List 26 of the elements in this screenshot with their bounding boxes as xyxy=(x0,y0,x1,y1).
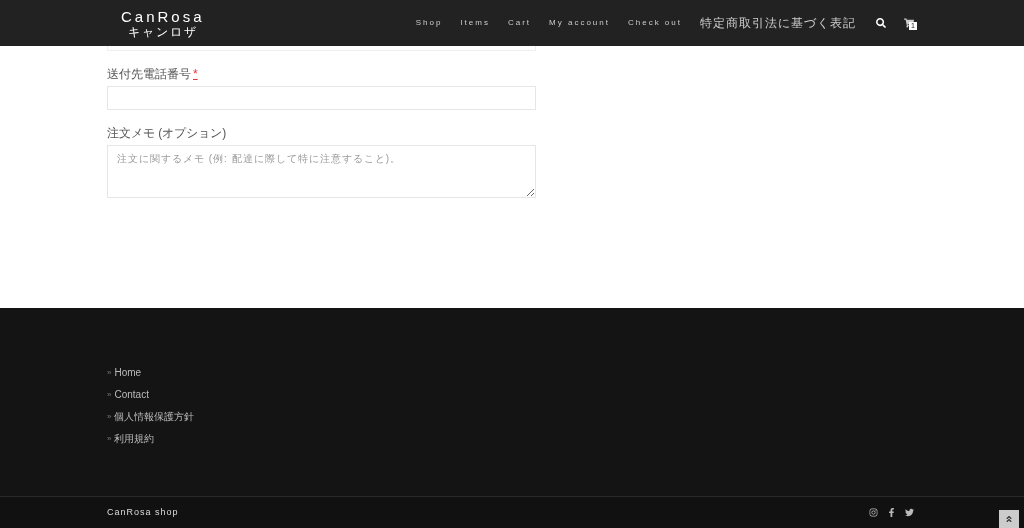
footer-link[interactable]: Home xyxy=(114,365,142,380)
instagram-icon[interactable] xyxy=(869,508,878,517)
nav-link[interactable]: Cart xyxy=(507,17,532,29)
bullet-mark: » xyxy=(107,388,112,401)
twitter-icon[interactable] xyxy=(905,508,914,517)
back-to-top-button[interactable] xyxy=(999,510,1019,528)
nav-link[interactable]: Items xyxy=(460,17,490,29)
nav-link[interactable]: Check out xyxy=(627,17,682,29)
bullet-mark: » xyxy=(107,366,112,379)
facebook-icon[interactable] xyxy=(887,508,896,517)
double-chevron-icon xyxy=(1005,515,1013,523)
nav-link[interactable]: 特定商取引法に基づく表記 xyxy=(700,14,856,32)
footer-link[interactable]: 利用規約 xyxy=(114,431,155,446)
field-label: 注文メモ (オプション) xyxy=(107,126,228,140)
footer-link[interactable]: 個人情報保護方針 xyxy=(114,409,195,424)
nav-link[interactable]: Shop xyxy=(415,17,443,29)
textarea-field[interactable]: 注文に関するメモ (例: 配達に際して特に注意すること)。 xyxy=(107,145,536,198)
nav-link[interactable]: My account xyxy=(549,17,610,29)
field-label: 送付先電話番号 * xyxy=(107,67,199,81)
search-icon[interactable] xyxy=(876,18,886,28)
copyright-text: CanRosa shop xyxy=(107,505,179,519)
site-logo-subtitle: キャンロザ xyxy=(127,25,198,39)
bullet-mark: » xyxy=(107,432,112,445)
bullet-mark: » xyxy=(107,410,112,423)
site-logo[interactable]: CanRosa xyxy=(121,7,205,26)
footer-link[interactable]: Contact xyxy=(114,387,149,402)
